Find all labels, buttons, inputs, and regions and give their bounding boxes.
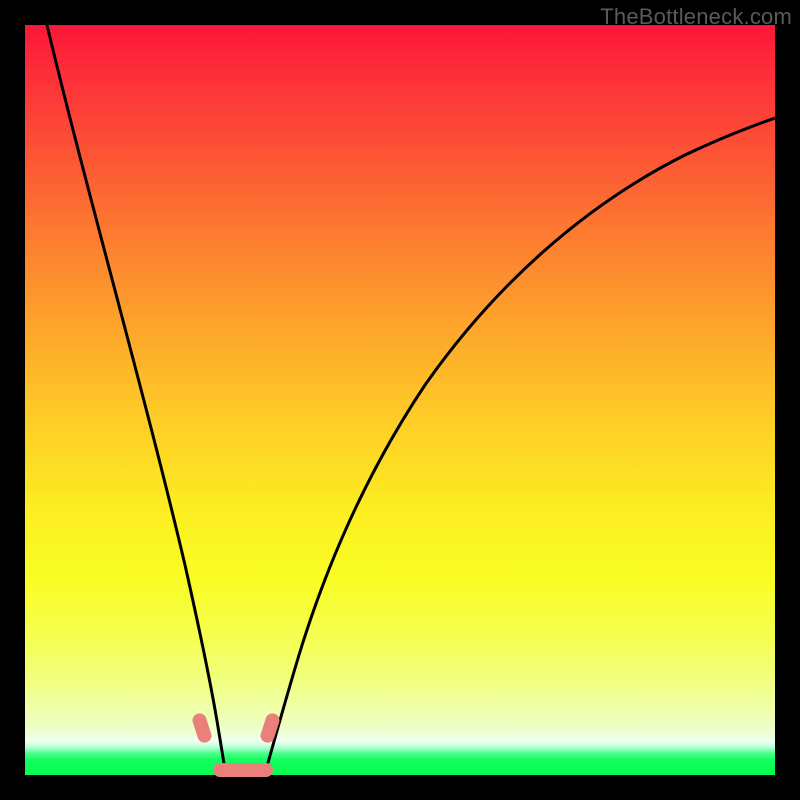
plot-area <box>25 25 775 775</box>
watermark-text: TheBottleneck.com <box>600 4 792 30</box>
chart-frame: TheBottleneck.com <box>0 0 800 800</box>
bottleneck-curve <box>25 25 775 775</box>
marker-valley-bar <box>213 763 273 777</box>
curve-left-arm <box>47 25 226 773</box>
curve-right-arm <box>265 118 775 773</box>
